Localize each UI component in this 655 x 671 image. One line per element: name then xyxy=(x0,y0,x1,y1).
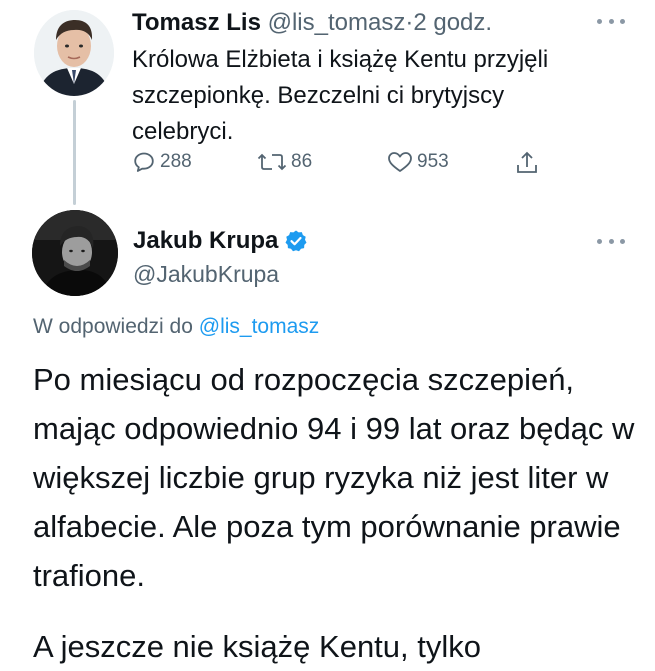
like-icon xyxy=(388,152,412,172)
reply-button[interactable]: 288 xyxy=(132,150,192,174)
reply-context: W odpowiedzi do @lis_tomasz xyxy=(33,313,319,341)
tweet1-text: Królowa Elżbieta i książę Kentu przyjęli… xyxy=(132,46,549,145)
avatar-jakub-krupa[interactable] xyxy=(32,210,118,296)
retweet-count: 86 xyxy=(291,151,313,172)
tweet2-text: Po miesiącu od rozpoczęcia szczepień, ma… xyxy=(33,355,643,671)
reply-to-mention-link[interactable]: @lis_tomasz xyxy=(199,315,320,338)
tweet1-author-name[interactable]: Tomasz Lis xyxy=(132,9,261,36)
reply-count: 288 xyxy=(160,151,192,172)
reply-to-prefix: W odpowiedzi do xyxy=(33,315,199,338)
avatar-tomasz-lis[interactable] xyxy=(34,10,114,96)
tweet2-paragraph: A jeszcze nie książę Kentu, tylko xyxy=(33,629,482,664)
thread-connector-line xyxy=(73,100,76,205)
tweet2-paragraph: Po miesiącu od rozpoczęcia szczepień, ma… xyxy=(33,362,635,593)
verified-badge-icon xyxy=(285,230,307,252)
more-icon[interactable] xyxy=(597,236,625,246)
tweet1-timestamp[interactable]: 2 godz. xyxy=(413,9,492,36)
more-icon[interactable] xyxy=(597,16,625,26)
tweet2-author-name[interactable]: Jakub Krupa xyxy=(133,226,278,256)
tweet2-author-handle[interactable]: @JakubKrupa xyxy=(133,259,279,289)
like-button[interactable]: 953 xyxy=(387,150,449,174)
reply-icon xyxy=(134,152,154,172)
share-button[interactable] xyxy=(514,150,540,176)
tweet1-header: Tomasz Lis @lis_tomasz·2 godz. xyxy=(132,8,492,38)
like-count: 953 xyxy=(417,151,449,172)
share-icon xyxy=(517,151,537,173)
tweet1-author-handle[interactable]: @lis_tomasz xyxy=(268,9,406,36)
retweet-button[interactable]: 86 xyxy=(257,150,312,174)
tweet2-author-name-row[interactable]: Jakub Krupa xyxy=(133,226,308,256)
retweet-icon xyxy=(257,153,287,171)
